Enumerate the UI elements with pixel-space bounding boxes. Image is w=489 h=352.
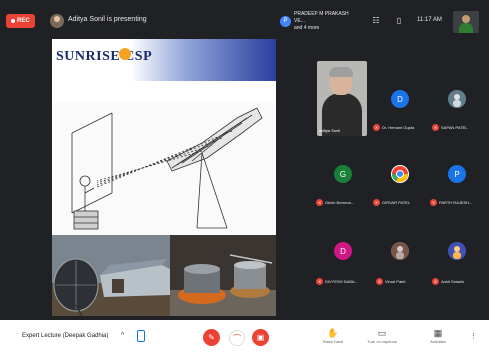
participant-name: Aditya Sonil xyxy=(319,128,340,133)
self-view-tile[interactable] xyxy=(453,11,479,33)
participant-name: ✕ Dr. Hemant Gupta xyxy=(373,122,414,132)
recording-label: REC xyxy=(17,18,30,24)
participant-hair xyxy=(329,67,353,77)
mic-off-icon: ✕ xyxy=(432,277,439,285)
activities-icon: ▦ xyxy=(433,328,443,338)
captions-icon: ▭ xyxy=(377,328,387,338)
meet-window: REC Aditya Sonil is presenting P PRADEEP… xyxy=(0,0,489,352)
person-photo-icon xyxy=(448,242,466,260)
participant-avatar[interactable]: D xyxy=(334,242,352,260)
person-photo-icon xyxy=(391,242,409,260)
participant-name: ✕ SAPAN PATEL xyxy=(432,122,467,132)
participant-avatar[interactable]: G xyxy=(334,165,352,183)
concentrator-diagram xyxy=(52,103,276,235)
activities-label: Activities xyxy=(430,339,446,344)
meeting-title: Expert Lecture (Deepak Gadhia) xyxy=(22,333,109,339)
pinned-text-line1: PRADEEP M PRAKASH VE... xyxy=(294,10,349,24)
captions-button[interactable]: ▭ Turn on captions xyxy=(364,328,400,344)
chat-icon[interactable]: ▯ xyxy=(394,16,404,26)
participant-avatar-photo[interactable] xyxy=(448,242,466,260)
participant-name-label: PARTH RAJESH... xyxy=(439,199,473,205)
cooking-vessel-photo xyxy=(170,235,276,316)
participant-name-label: DIVYESH DABA... xyxy=(325,278,358,284)
mic-off-icon: ✎ xyxy=(208,333,215,342)
pinned-participants-chip[interactable]: P PRADEEP M PRAKASH VE... and 4 more xyxy=(280,10,358,32)
mic-off-icon: ✕ xyxy=(316,198,323,206)
more-options-icon[interactable]: ⋮ xyxy=(470,332,477,340)
slide-header: SUNRISE CSP xyxy=(52,39,276,81)
pinned-text: PRADEEP M PRAKASH VE... and 4 more xyxy=(294,11,358,32)
participant-name-label: Girish Borrmor... xyxy=(325,199,355,205)
participant-name: ✕ PARTH RAJESH... xyxy=(430,197,472,207)
participant-name: ✕ Vinod Patel xyxy=(376,276,405,286)
mic-off-icon: ✕ xyxy=(376,277,383,285)
mic-off-icon: ✕ xyxy=(432,123,439,131)
participant-avatar-photo[interactable] xyxy=(448,90,466,108)
slide-brand-logo: SUNRISE CSP xyxy=(56,49,153,64)
shield-icon[interactable] xyxy=(137,330,145,342)
hand-icon: ✋ xyxy=(327,328,339,338)
participant-avatar-photo[interactable] xyxy=(391,165,409,183)
mic-off-icon: ✕ xyxy=(430,198,437,206)
participant-name-label: Ankit Solanki xyxy=(441,278,465,284)
person-photo-icon xyxy=(448,90,466,108)
raise-hand-button[interactable]: ✋ Raise hand xyxy=(315,328,351,344)
end-call-button[interactable]: ⌒ xyxy=(229,330,245,346)
participant-video-tile[interactable]: Aditya Sonil xyxy=(317,61,367,136)
camera-off-icon: ▣ xyxy=(256,333,265,342)
mic-off-icon: ✕ xyxy=(316,277,323,285)
participant-name: ✕ DIVYESH DABA... xyxy=(316,276,358,286)
participant-name-label: Aditya Sonil xyxy=(319,128,341,133)
participant-avatar-photo[interactable] xyxy=(391,242,409,260)
presenter-avatar xyxy=(50,14,64,28)
presenting-text: Aditya Sonil is presenting xyxy=(68,16,147,23)
chrome-logo-icon xyxy=(391,166,409,183)
participant-name: ✕ Ankit Solanki xyxy=(432,276,464,286)
pinned-text-line2: and 4 more xyxy=(294,24,320,31)
sun-logo-icon xyxy=(119,48,131,60)
participant-name: ✕ GIRVAR PATEL xyxy=(373,197,410,207)
clock: 11:17 AM xyxy=(417,17,442,23)
presentation-slide: SUNRISE CSP xyxy=(52,39,276,316)
mic-off-icon: ✕ xyxy=(373,198,380,206)
mic-toggle-button[interactable]: ✎ xyxy=(203,329,220,346)
mic-off-icon: ✕ xyxy=(373,123,380,131)
raise-hand-label: Raise hand xyxy=(322,339,344,344)
hang-up-icon: ⌒ xyxy=(233,333,241,343)
chevron-up-icon[interactable]: ^ xyxy=(121,332,124,339)
participant-name-label: Dr. Hemant Gupta xyxy=(382,124,415,130)
participant-name-label: Vinod Patel xyxy=(385,278,406,284)
pinned-avatar: P xyxy=(280,15,291,27)
participant-name: ✕ Girish Borrmor... xyxy=(316,197,354,207)
participant-name-label: GIRVAR PATEL xyxy=(382,199,411,205)
participant-avatar[interactable]: P xyxy=(448,165,466,183)
captions-label: Turn on captions xyxy=(367,339,397,344)
solar-dish-photo xyxy=(52,235,170,316)
top-bar: REC Aditya Sonil is presenting P PRADEEP… xyxy=(0,0,489,38)
camera-toggle-button[interactable]: ▣ xyxy=(252,329,269,346)
activities-button[interactable]: ▦ Activities xyxy=(420,328,456,344)
layout-icon[interactable]: ☷ xyxy=(371,16,381,26)
recording-badge: REC xyxy=(6,14,35,28)
recording-dot-icon xyxy=(11,19,15,23)
bottom-bar: Expert Lecture (Deepak Gadhia) ^ ✎ ⌒ ▣ ✋… xyxy=(0,320,489,352)
participant-avatar[interactable]: D xyxy=(391,90,409,108)
participant-name-label: SAPAN PATEL xyxy=(441,124,468,130)
